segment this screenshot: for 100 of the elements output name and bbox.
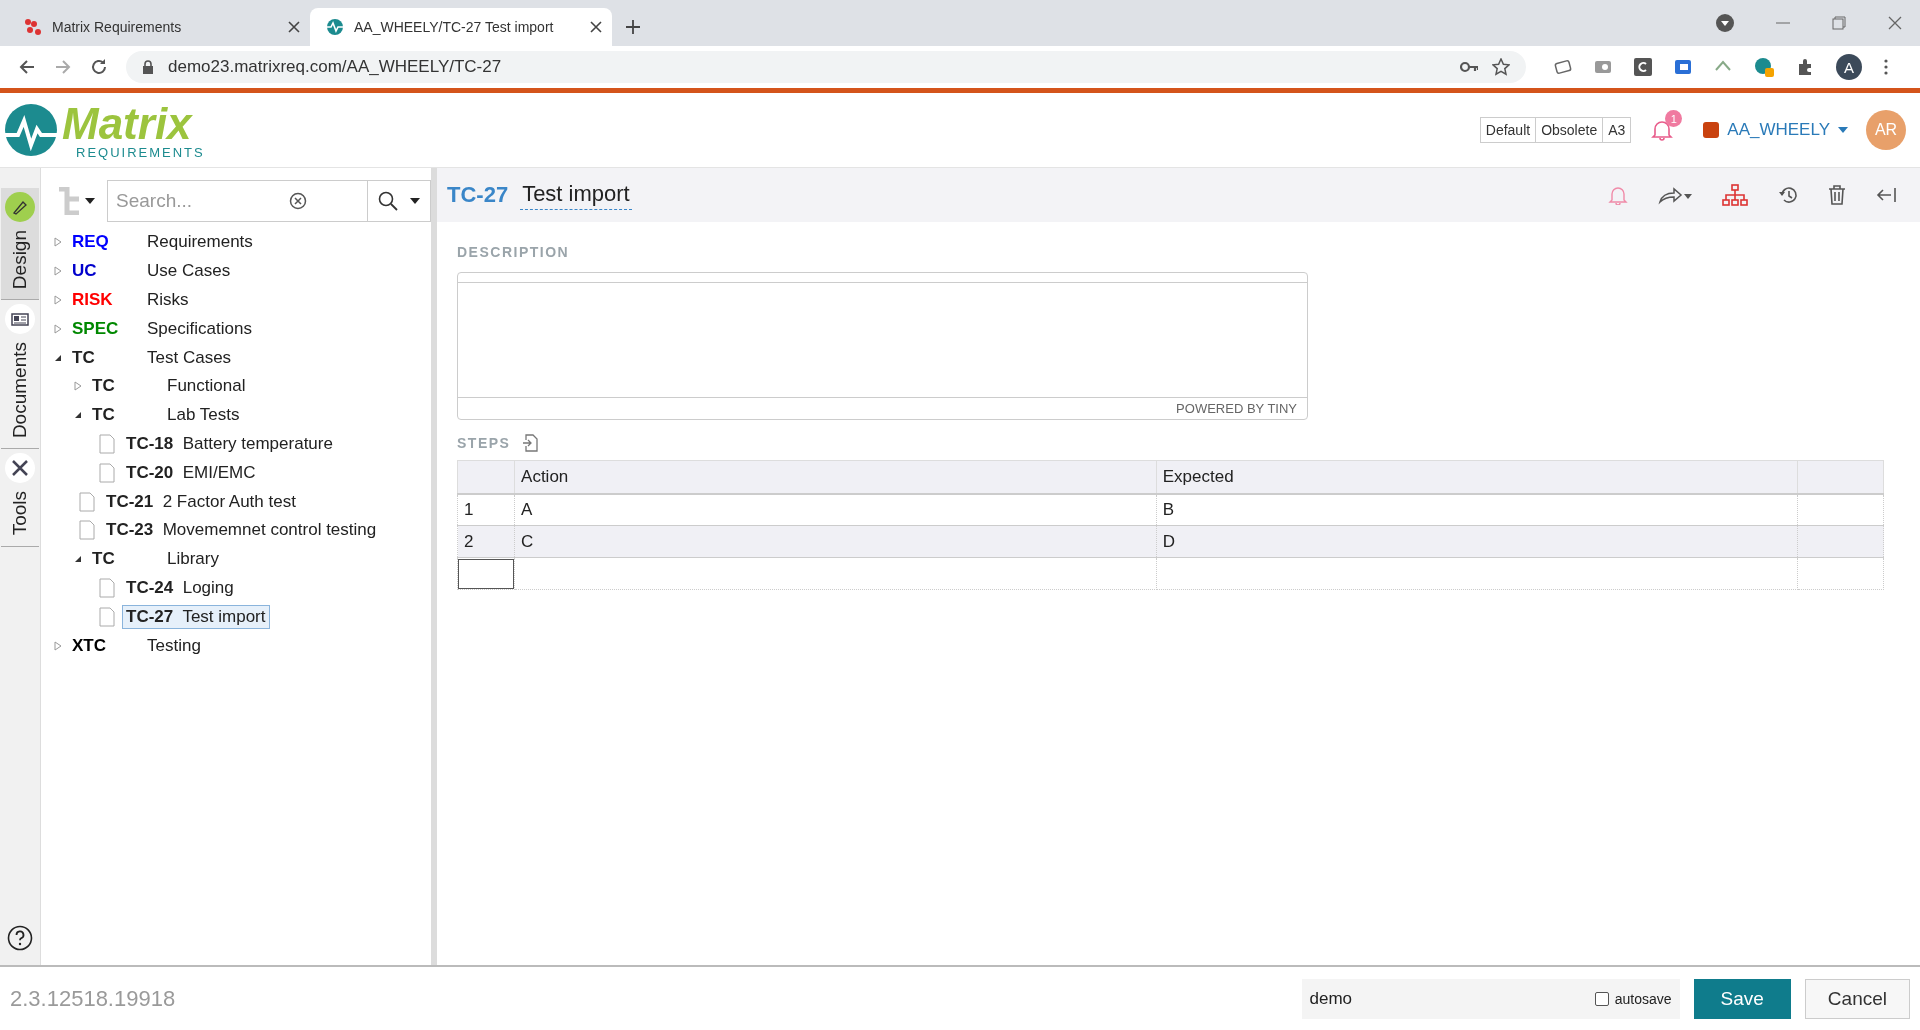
tree-item[interactable]: TC-18 Battery temperature [122,431,337,456]
puzzle-icon[interactable] [1796,58,1814,76]
comment-field[interactable]: demo autosave [1301,978,1680,1019]
folder-title[interactable]: Lab Tests [167,405,240,426]
document-icon [99,462,115,483]
help-icon[interactable] [7,925,33,951]
folder-title[interactable]: Use Cases [147,261,231,282]
editor-branding: POWERED BY TINY [1176,401,1297,416]
table-cell: D [1156,525,1798,558]
column-header: Expected [1156,460,1798,494]
document-icon [99,577,115,598]
app-icon [326,18,344,36]
folder-code: XTC [72,635,107,656]
tree-item[interactable]: TC-27 Test import [122,604,270,629]
extension-icon[interactable] [1754,57,1774,77]
tab-title: AA_WHEELY/TC-27 Test import [354,19,555,35]
caret-icon [1838,127,1848,133]
project-color-icon [1703,122,1720,138]
hierarchy-icon[interactable] [1722,184,1748,206]
section-label: STEPS [457,435,511,451]
tree-item[interactable]: TC-23 Movememnet control testing [102,518,381,543]
row-number: 2 [457,525,515,558]
folder-code: SPEC [72,318,120,339]
tree-item[interactable]: TC-21 2 Factor Auth test [102,489,300,514]
expanded-icon[interactable] [54,353,62,362]
logo-name: Matrix [62,101,194,146]
history-icon[interactable] [1778,185,1798,205]
clear-icon[interactable] [289,192,307,210]
document-icon [99,433,115,454]
section-label: DESCRIPTION [457,244,571,260]
folder-code: REQ [72,232,110,253]
folder-title[interactable]: Specifications [147,318,252,339]
lock-icon [142,60,154,74]
folder-title[interactable]: Functional [167,376,246,397]
tab-title: Matrix Requirements [52,19,183,35]
search-icon [378,191,398,211]
side-tab[interactable]: Documents [1,300,39,450]
project-selector[interactable]: AA_WHEELY [1703,120,1848,140]
key-icon[interactable] [1460,61,1478,73]
filter-button[interactable]: A3 [1602,117,1632,143]
close-icon[interactable] [590,21,602,33]
version-text: 2.3.12518.19918 [10,985,176,1012]
browser-tab[interactable]: Matrix Requirements [8,8,310,46]
side-tab[interactable]: Tools [1,449,39,547]
folder-code: TC [92,376,116,397]
restore-icon[interactable] [1832,16,1846,30]
logo-tagline: REQUIREMENTS [76,145,205,159]
extension-icon[interactable] [1554,58,1572,76]
share-icon[interactable] [1658,185,1692,205]
document-icon [99,606,115,627]
folder-code: TC [72,347,96,368]
folder-title[interactable]: Library [167,549,219,570]
folder-code: RISK [72,290,114,310]
import-icon[interactable] [522,434,539,452]
tree-item[interactable]: TC-24 Loging [122,575,238,600]
document-icon [5,304,35,335]
notification-count: 1 [1665,110,1683,127]
column-header: Action [514,460,1157,494]
address-bar[interactable]: demo23.matrixreq.com/AA_WHEELY/TC-27 [126,51,1526,83]
logo-icon [4,103,58,157]
extension-icon[interactable] [1674,58,1692,76]
filter-button[interactable]: Obsolete [1535,117,1604,143]
autosave-checkbox[interactable] [1594,991,1609,1006]
star-icon[interactable] [1492,58,1510,76]
profile-avatar[interactable]: A [1836,54,1862,80]
tree-item[interactable]: TC-20 EMI/EMC [122,460,260,485]
expanded-icon[interactable] [74,411,82,420]
folder-code: UC [72,261,98,282]
tree-view-icon [57,187,81,215]
close-icon[interactable] [288,21,300,33]
side-tab[interactable]: Design [1,188,39,301]
back-icon[interactable] [18,58,36,76]
folder-code: TC [92,549,116,570]
browser-tab[interactable]: AA_WHEELY/TC-27 Test import [310,8,612,46]
new-tab-icon[interactable] [626,20,640,34]
reload-icon[interactable] [90,58,108,76]
new-row-input[interactable] [458,558,515,589]
item-title[interactable]: Test import [520,180,632,210]
collapse-icon[interactable] [1876,187,1896,203]
folder-code: TC [92,405,116,426]
checkbox-label: autosave [1614,990,1672,1007]
item-id: TC-27 [447,182,509,208]
description-editor[interactable]: POWERED BY TINY [457,272,1308,420]
trash-icon[interactable] [1828,185,1846,205]
menu-icon[interactable] [1716,14,1734,32]
search-field[interactable]: Search... [107,180,368,222]
filter-button[interactable]: Default [1479,117,1537,143]
search-button[interactable] [368,180,431,222]
folder-title[interactable]: Testing [147,635,201,656]
cancel-button[interactable]: Cancel [1804,978,1910,1019]
caret-icon [410,198,420,204]
extension-icon[interactable] [1634,58,1652,76]
more-icon[interactable] [1884,59,1888,75]
document-icon [79,491,95,512]
save-button[interactable]: Save [1693,978,1791,1019]
folder-title[interactable]: Requirements [147,232,253,253]
folder-title[interactable]: Risks [147,290,189,310]
close-icon[interactable] [1888,16,1902,30]
folder-title[interactable]: Test Cases [147,347,232,368]
expanded-icon[interactable] [74,555,82,564]
